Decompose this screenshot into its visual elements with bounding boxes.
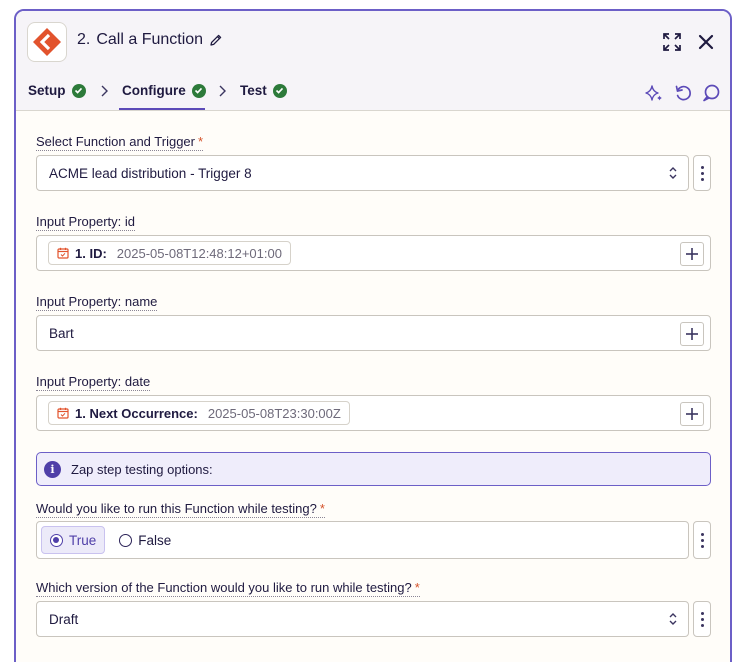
prop-date-label: Input Property: date <box>36 374 151 391</box>
check-circle-icon <box>71 83 86 98</box>
more-options-icon[interactable] <box>693 155 711 191</box>
panel-header: 2. Call a Function <box>16 11 730 73</box>
step-number: 2. <box>77 31 91 48</box>
tab-test[interactable]: Test <box>240 83 287 98</box>
pill-name: 1. ID: <box>75 245 107 261</box>
run-testing-label: Would you like to run this Function whil… <box>36 501 325 518</box>
tab-configure-label: Configure <box>122 83 186 98</box>
tab-setup-label: Setup <box>28 83 66 98</box>
more-options-icon[interactable] <box>693 521 711 559</box>
pencil-icon[interactable] <box>209 33 223 47</box>
step-title[interactable]: 2. Call a Function <box>77 31 223 49</box>
version-label-text: Which version of the Function would you … <box>36 580 412 595</box>
mapped-field-pill[interactable]: 1. ID: 2025-05-08T12:48:12+01:00 <box>48 241 291 265</box>
function-trigger-label-text: Select Function and Trigger <box>36 134 195 149</box>
tab-configure[interactable]: Configure <box>122 83 206 98</box>
function-trigger-value: ACME lead distribution - Trigger 8 <box>49 165 252 181</box>
function-trigger-select[interactable]: ACME lead distribution - Trigger 8 <box>36 155 689 191</box>
required-marker: * <box>197 134 204 149</box>
version-label: Which version of the Function would you … <box>36 580 420 597</box>
refresh-icon[interactable] <box>673 83 693 103</box>
version-select[interactable]: Draft <box>36 601 689 637</box>
radio-unselected-icon <box>119 533 133 547</box>
chevron-right-icon <box>219 85 226 97</box>
chevron-right-icon <box>101 85 108 97</box>
add-icon[interactable] <box>680 242 704 266</box>
mapped-field-pill[interactable]: 1. Next Occurrence: 2025-05-08T23:30:00Z <box>48 401 350 425</box>
radio-option-true-label: True <box>69 532 97 548</box>
check-circle-icon <box>272 83 287 98</box>
active-tab-indicator <box>119 108 205 110</box>
more-options-icon[interactable] <box>693 601 711 637</box>
calendar-icon <box>57 247 69 259</box>
prop-name-value: Bart <box>49 325 74 341</box>
required-marker: * <box>319 501 325 516</box>
prop-id-field[interactable]: 1. ID: 2025-05-08T12:48:12+01:00 <box>36 235 711 271</box>
version-value: Draft <box>49 611 79 627</box>
prop-id-label: Input Property: id <box>36 214 135 231</box>
info-icon: i <box>44 460 61 478</box>
tab-setup[interactable]: Setup <box>28 83 86 98</box>
chevron-up-down-icon <box>669 167 677 179</box>
prop-name-label: Input Property: name <box>36 294 158 311</box>
app-logo <box>27 22 67 62</box>
pill-value: 2025-05-08T23:30:00Z <box>207 405 341 421</box>
comment-icon[interactable] <box>701 83 721 103</box>
expand-icon[interactable] <box>661 31 683 53</box>
run-testing-radio-group: True False <box>36 521 689 559</box>
pill-value: 2025-05-08T12:48:12+01:00 <box>116 245 282 261</box>
prop-date-field[interactable]: 1. Next Occurrence: 2025-05-08T23:30:00Z <box>36 395 711 431</box>
info-text: Zap step testing options: <box>71 461 213 477</box>
step-name: Call a Function <box>96 31 204 48</box>
run-testing-label-text: Would you like to run this Function whil… <box>36 501 317 516</box>
chevron-up-down-icon <box>669 613 677 625</box>
radio-option-true[interactable]: True <box>41 526 106 554</box>
add-icon[interactable] <box>680 322 704 346</box>
radio-option-false-label: False <box>138 532 172 548</box>
close-icon[interactable] <box>695 31 717 53</box>
prop-name-input[interactable]: Bart <box>36 315 711 351</box>
required-marker: * <box>414 580 420 595</box>
pill-name: 1. Next Occurrence: <box>75 405 198 421</box>
radio-option-false[interactable]: False <box>111 526 179 554</box>
radio-selected-icon <box>50 533 63 547</box>
check-circle-icon <box>191 83 206 98</box>
add-icon[interactable] <box>680 402 704 426</box>
tab-test-label: Test <box>240 83 267 98</box>
step-editor-panel: 2. Call a Function Setup Configure Test … <box>14 9 732 662</box>
function-trigger-label: Select Function and Trigger * <box>36 134 204 151</box>
sparkle-icon[interactable] <box>644 83 664 103</box>
testing-options-info: i Zap step testing options: <box>36 452 711 486</box>
calendar-icon <box>57 407 69 419</box>
